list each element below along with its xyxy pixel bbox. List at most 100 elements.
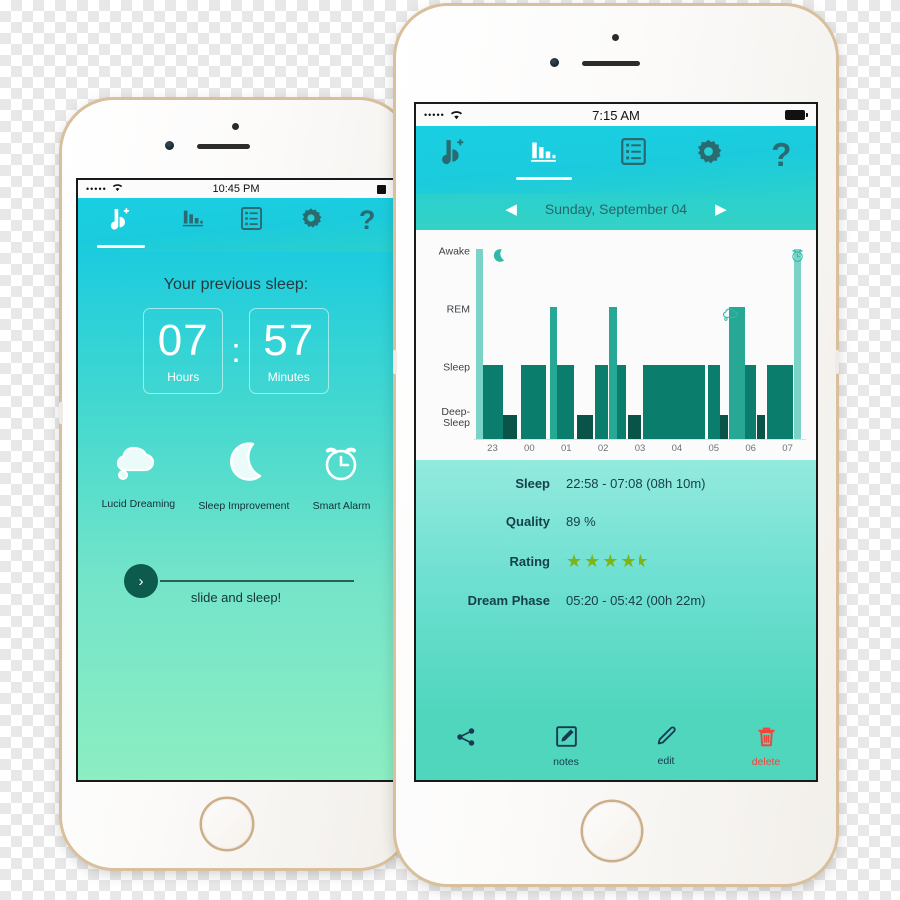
gear-icon [300,207,322,233]
right-nav-bar: ? [416,126,816,194]
feature-lucid-dreaming[interactable]: Lucid Dreaming [101,440,176,512]
x-axis-tick: 03 [634,443,646,454]
left-nav-bar: ? [78,198,394,252]
stat-label: Rating [509,553,550,569]
previous-sleep-title: Your previous sleep: [163,276,309,293]
antenna-band-left [393,350,397,374]
gear-icon [695,138,722,169]
right-phone-device: ••••• 7:15 AM ? ◀ Sunday, September 04 ▶… [393,6,839,884]
stat-value: 89 % [566,514,596,529]
sleep-phase-bar [617,365,626,439]
star-icon: ★ [620,551,637,571]
left-status-bar: ••••• 10:45 PM [78,180,394,198]
front-camera [550,58,559,67]
sleep-phase-bar [609,307,618,439]
sleep-phase-bar [520,365,547,439]
nav-tab-settings[interactable] [300,207,322,244]
x-axis-tick: 02 [597,443,609,454]
triangle-right-icon[interactable]: ▶ [715,200,727,218]
time-separator: : [231,331,241,370]
bar-chart-icon [530,138,557,169]
sleep-phase-bar [794,249,801,439]
toolbar-notes[interactable]: notes [516,726,616,768]
nav-tab-settings[interactable] [695,138,722,180]
chart-y-axis: Awake REM Sleep Deep- Sleep [422,244,474,440]
toolbar-pencil[interactable]: edit [616,726,716,767]
star-icon: ★ [602,551,619,571]
leaf-plus-icon [110,207,132,237]
half-star-icon: ★ [638,552,649,570]
crescent-moon-icon [222,440,266,489]
thought-cloud-icon [115,440,161,487]
nav-tab-stats[interactable] [515,138,572,180]
list-icon [621,138,646,169]
x-axis-tick: 07 [782,443,793,454]
sleep-hypnogram-plot [474,244,806,440]
sleep-phase-bar [719,415,728,439]
leaf-plus-icon [441,138,467,172]
y-axis-label: Deep- Sleep [441,406,470,429]
stat-value: 05:20 - 05:42 (00h 22m) [566,593,706,608]
date-navigator: ◀ Sunday, September 04 ▶ [416,194,816,230]
feature-sleep-improvement[interactable]: Sleep Improvement [198,440,289,512]
home-button[interactable] [202,799,252,849]
question-mark-icon: ? [771,136,792,173]
sleep-stats-section: Sleep 22:58 - 07:08 (08h 10m) Quality 89 % R… [416,460,816,716]
right-phone-screen: ••••• 7:15 AM ? ◀ Sunday, September 04 ▶… [416,104,816,780]
nav-tab-list[interactable] [621,138,646,180]
right-status-bar: ••••• 7:15 AM [416,104,816,126]
nav-active-underline [96,245,145,248]
slide-and-sleep-label: slide and sleep! [190,590,282,605]
left-phone-device: ••••• 10:45 PM ? Your previous sleep: 07… [59,100,413,868]
feature-label: Sleep Improvement [198,500,290,512]
nav-tab-help[interactable]: ? [359,207,376,245]
x-axis-tick: 05 [708,443,720,454]
triangle-left-icon[interactable]: ◀ [505,200,517,218]
y-axis-label: Awake [438,245,470,258]
proximity-sensor [232,123,239,130]
feature-smart-alarm[interactable]: Smart Alarm [313,440,370,512]
stat-label: Quality [505,514,550,529]
chevron-right-icon[interactable]: › [124,564,158,598]
action-toolbar: notes edit delete [416,716,816,768]
sleep-phase-bar [595,365,609,439]
nav-tab-sleep[interactable] [441,138,467,183]
star-icon: ★ [566,551,583,571]
antenna-band-left [59,402,63,424]
feature-label: Lucid Dreaming [101,498,176,510]
hours-value: 07 [157,315,209,365]
nav-tab-help[interactable]: ? [771,138,791,182]
stat-row: Sleep 22:58 - 07:08 (08h 10m) [416,476,816,491]
star-icon: ★ [584,551,601,571]
x-axis-tick: 01 [560,443,572,454]
sleep-phase-bar [707,365,720,439]
minutes-unit: Minutes [267,369,310,384]
toolbar-label: edit [657,755,675,767]
battery-icon [377,184,386,194]
sleep-phase-bar [766,365,793,439]
status-time: 10:45 PM [212,183,260,195]
sleep-chart-panel: Awake REM Sleep Deep- Sleep 23 00 01 02 03 04 05 0… [416,230,816,460]
minutes-value: 57 [263,315,315,365]
sleep-phase-bar [556,365,575,439]
list-icon [241,207,263,234]
rating-stars: ★ ★ ★ ★ ★ [566,552,649,570]
hours-block: 07 Hours [143,308,224,394]
stat-label: Sleep [515,476,550,491]
nav-tab-list[interactable] [241,207,263,245]
x-axis-tick: 06 [745,443,756,454]
chart-x-axis: 23 00 01 02 03 04 05 06 07 [474,440,806,454]
nav-tab-stats[interactable] [182,207,204,244]
slide-to-sleep-control[interactable]: › slide and sleep! [78,564,394,605]
share-icon [455,726,477,753]
toolbar-trash[interactable]: delete [716,726,816,768]
sleep-phase-bar [576,415,594,439]
nav-tab-sleep[interactable] [96,207,145,248]
hours-unit: Hours [167,369,200,384]
sleep-phase-bar [549,307,557,439]
sleep-phase-bar [757,415,766,439]
minutes-block: 57 Minutes [248,308,329,394]
slider-track[interactable] [160,580,354,582]
toolbar-share[interactable] [416,726,516,753]
home-button[interactable] [583,802,641,860]
